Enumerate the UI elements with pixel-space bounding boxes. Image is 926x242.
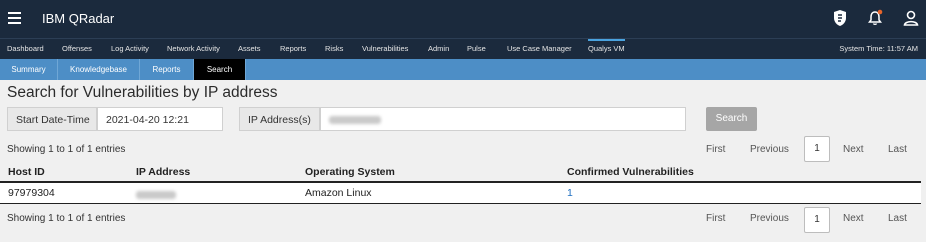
entries-info-top: Showing 1 to 1 of 1 entries — [7, 144, 126, 155]
page-title: Search for Vulnerabilities by IP address — [7, 84, 278, 101]
column-host-id[interactable]: Host ID — [8, 166, 45, 178]
nav-log-activity[interactable]: Log Activity — [111, 44, 149, 53]
main-nav: Dashboard Offenses Log Activity Network … — [0, 38, 926, 59]
pager-previous-bottom[interactable]: Previous — [750, 213, 789, 224]
tab-search[interactable]: Search — [194, 59, 246, 80]
pager-last-bottom[interactable]: Last — [888, 213, 907, 224]
nav-offenses[interactable]: Offenses — [62, 44, 92, 53]
entries-info-bottom: Showing 1 to 1 of 1 entries — [7, 213, 126, 224]
tab-reports[interactable]: Reports — [140, 59, 194, 80]
ip-address-cell — [136, 189, 176, 201]
pager-next-bottom[interactable]: Next — [843, 213, 864, 224]
pager-next-top[interactable]: Next — [843, 144, 864, 155]
pager-previous-top[interactable]: Previous — [750, 144, 789, 155]
notifications-bell-icon[interactable] — [865, 8, 885, 28]
ip-address-input[interactable] — [320, 107, 686, 131]
redacted-ip-value — [329, 116, 381, 125]
user-profile-icon[interactable] — [901, 8, 921, 28]
sub-tabs: Summary Knowledgebase Reports Search — [0, 59, 926, 80]
column-operating-system[interactable]: Operating System — [305, 166, 395, 178]
pager-last-top[interactable]: Last — [888, 144, 907, 155]
host-id-cell: 97979304 — [8, 187, 55, 199]
nav-qualys-vm[interactable]: Qualys VM — [588, 39, 625, 53]
app-title: IBM QRadar — [42, 11, 115, 26]
nav-pulse[interactable]: Pulse — [467, 44, 486, 53]
nav-network-activity[interactable]: Network Activity — [167, 44, 220, 53]
column-ip-address[interactable]: IP Address — [136, 166, 190, 178]
nav-vulnerabilities[interactable]: Vulnerabilities — [362, 44, 408, 53]
nav-reports[interactable]: Reports — [280, 44, 306, 53]
shield-icon[interactable] — [830, 8, 850, 28]
nav-risks[interactable]: Risks — [325, 44, 343, 53]
system-time: System Time: 11:57 AM — [839, 44, 918, 53]
table-header: Host ID IP Address Operating System Conf… — [0, 163, 921, 183]
column-confirmed-vulnerabilities[interactable]: Confirmed Vulnerabilities — [567, 166, 694, 178]
os-cell: Amazon Linux — [305, 187, 372, 199]
search-button[interactable]: Search — [706, 107, 757, 131]
start-date-input[interactable]: 2021-04-20 12:21 — [97, 107, 223, 131]
pager-current-top[interactable]: 1 — [804, 136, 830, 162]
nav-assets[interactable]: Assets — [238, 44, 261, 53]
top-bar: IBM QRadar — [0, 0, 926, 38]
pager-current-bottom[interactable]: 1 — [804, 207, 830, 233]
vulnerabilities-count-link[interactable]: 1 — [567, 187, 573, 199]
pager-first-top[interactable]: First — [706, 144, 725, 155]
tab-knowledgebase[interactable]: Knowledgebase — [58, 59, 140, 80]
nav-admin[interactable]: Admin — [428, 44, 449, 53]
nav-dashboard[interactable]: Dashboard — [7, 44, 44, 53]
ip-address-label: IP Address(s) — [239, 107, 320, 131]
tab-summary[interactable]: Summary — [0, 59, 58, 80]
nav-use-case-manager[interactable]: Use Case Manager — [507, 44, 572, 53]
start-date-label: Start Date-Time — [7, 107, 97, 131]
menu-icon[interactable] — [8, 12, 21, 24]
redacted-ip-cell-value — [136, 191, 176, 200]
table-row: 97979304 Amazon Linux 1 — [0, 183, 921, 204]
pager-first-bottom[interactable]: First — [706, 213, 725, 224]
